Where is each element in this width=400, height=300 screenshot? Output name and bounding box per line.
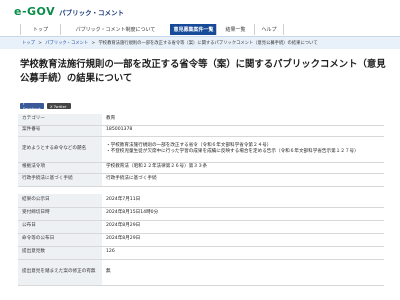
nav-help[interactable]: ヘルプ: [254, 24, 284, 35]
table-gap: [18, 186, 384, 194]
row-value: 126: [102, 246, 384, 260]
share-buttons: f Facebook X Twitter: [20, 101, 71, 111]
breadcrumb: トップ > パブリック・コメント > 学校教育法施行規則の一部を改正する省令等（…: [22, 40, 320, 46]
row-label: 行政手続法に基づく手続: [18, 173, 102, 187]
site-header: e-GOV パブリック・コメント: [0, 0, 400, 22]
row-label: 案件番号: [18, 125, 102, 137]
row-value: ・学校教育法施行規則の一部を改正する省令（令和６年文部科学省令第２４号） ・不登…: [102, 136, 384, 163]
row-label: 受付締切日時: [18, 207, 102, 221]
facebook-share-button[interactable]: f Facebook: [20, 101, 44, 111]
breadcrumb-bar: トップ > パブリック・コメント > 学校教育法施行規則の一部を改正する省令等（…: [0, 36, 400, 49]
row-value: 2024年8月29日: [102, 233, 384, 247]
table-row: 提出意見を踏まえた案の修正の有無 無: [18, 259, 384, 286]
row-label: 定めようとする命令などの題名: [18, 136, 102, 163]
row-label: 提出意見を踏まえた案の修正の有無: [18, 259, 102, 286]
table-row: 提出意見数 126: [18, 246, 384, 260]
table-row: 命令等の公布日 2024年8月29日: [18, 233, 384, 247]
nav-about[interactable]: パブリック・コメント制度について: [60, 24, 170, 35]
nav-results[interactable]: 結果一覧: [216, 24, 254, 35]
breadcrumb-sep: >: [91, 41, 96, 46]
table-row: 行政手続法に基づく手続 行政手続法に基づく手続: [18, 173, 384, 187]
table-row: 根拠法令項 学校教育法（昭和２２年法律第２６号）第３３条: [18, 162, 384, 174]
global-nav: トップ パブリック・コメント制度について 意見募集案件一覧 結果一覧 ヘルプ: [20, 24, 384, 35]
breadcrumb-pubcom[interactable]: パブリック・コメント: [45, 41, 88, 46]
row-value: 2024年8月15日14時0分: [102, 207, 384, 221]
row-value: 行政手続法に基づく手続: [102, 173, 384, 187]
twitter-share-button[interactable]: X Twitter: [47, 103, 71, 109]
table-row: 公布日 2024年8月29日: [18, 220, 384, 234]
row-label: 提出意見数: [18, 246, 102, 260]
egov-logo[interactable]: e-GOV パブリック・コメント: [14, 5, 124, 18]
row-label: 命令等の公布日: [18, 233, 102, 247]
breadcrumb-sep: >: [38, 41, 42, 46]
nav-top[interactable]: トップ: [20, 24, 60, 35]
logo-subtitle: パブリック・コメント: [59, 8, 124, 17]
case-info-table: カテゴリー 教育 案件番号 185001378 定めようとする命令などの題名 ・…: [18, 114, 384, 286]
row-value: 2024年8月29日: [102, 220, 384, 234]
row-value: 185001378: [102, 125, 384, 137]
row-value: 教育: [102, 114, 384, 126]
table-row: 定めようとする命令などの題名 ・学校教育法施行規則の一部を改正する省令（令和６年…: [18, 136, 384, 163]
page-title: 学校教育法施行規則の一部を改正する省令等（案）に関するパブリックコメント（意見公…: [20, 59, 386, 84]
row-label: 公布日: [18, 220, 102, 234]
logo-text: e-GOV: [14, 5, 56, 18]
nav-open-cases[interactable]: 意見募集案件一覧: [170, 24, 216, 35]
table-row: 案件番号 185001378: [18, 125, 384, 137]
row-label: 結果の公示日: [18, 194, 102, 208]
row-value: 2024年7月11日: [102, 194, 384, 208]
table-row: 受付締切日時 2024年8月15日14時0分: [18, 207, 384, 221]
breadcrumb-current: 学校教育法施行規則の一部を改正する省令等（案）に関するパブリックコメント（意見公…: [98, 41, 318, 46]
row-value: 無: [102, 259, 384, 286]
order-title-2: ・不登校児童生徒が欠席中に行った学習の成果を成績に反映する場合を定める告示（令和…: [106, 149, 359, 154]
row-value: 学校教育法（昭和２２年法律第２６号）第３３条: [102, 162, 384, 174]
table-row: 結果の公示日 2024年7月11日: [18, 194, 384, 208]
table-row: カテゴリー 教育: [18, 114, 384, 126]
row-label: 根拠法令項: [18, 162, 102, 174]
row-label: カテゴリー: [18, 114, 102, 126]
breadcrumb-top[interactable]: トップ: [22, 41, 35, 46]
